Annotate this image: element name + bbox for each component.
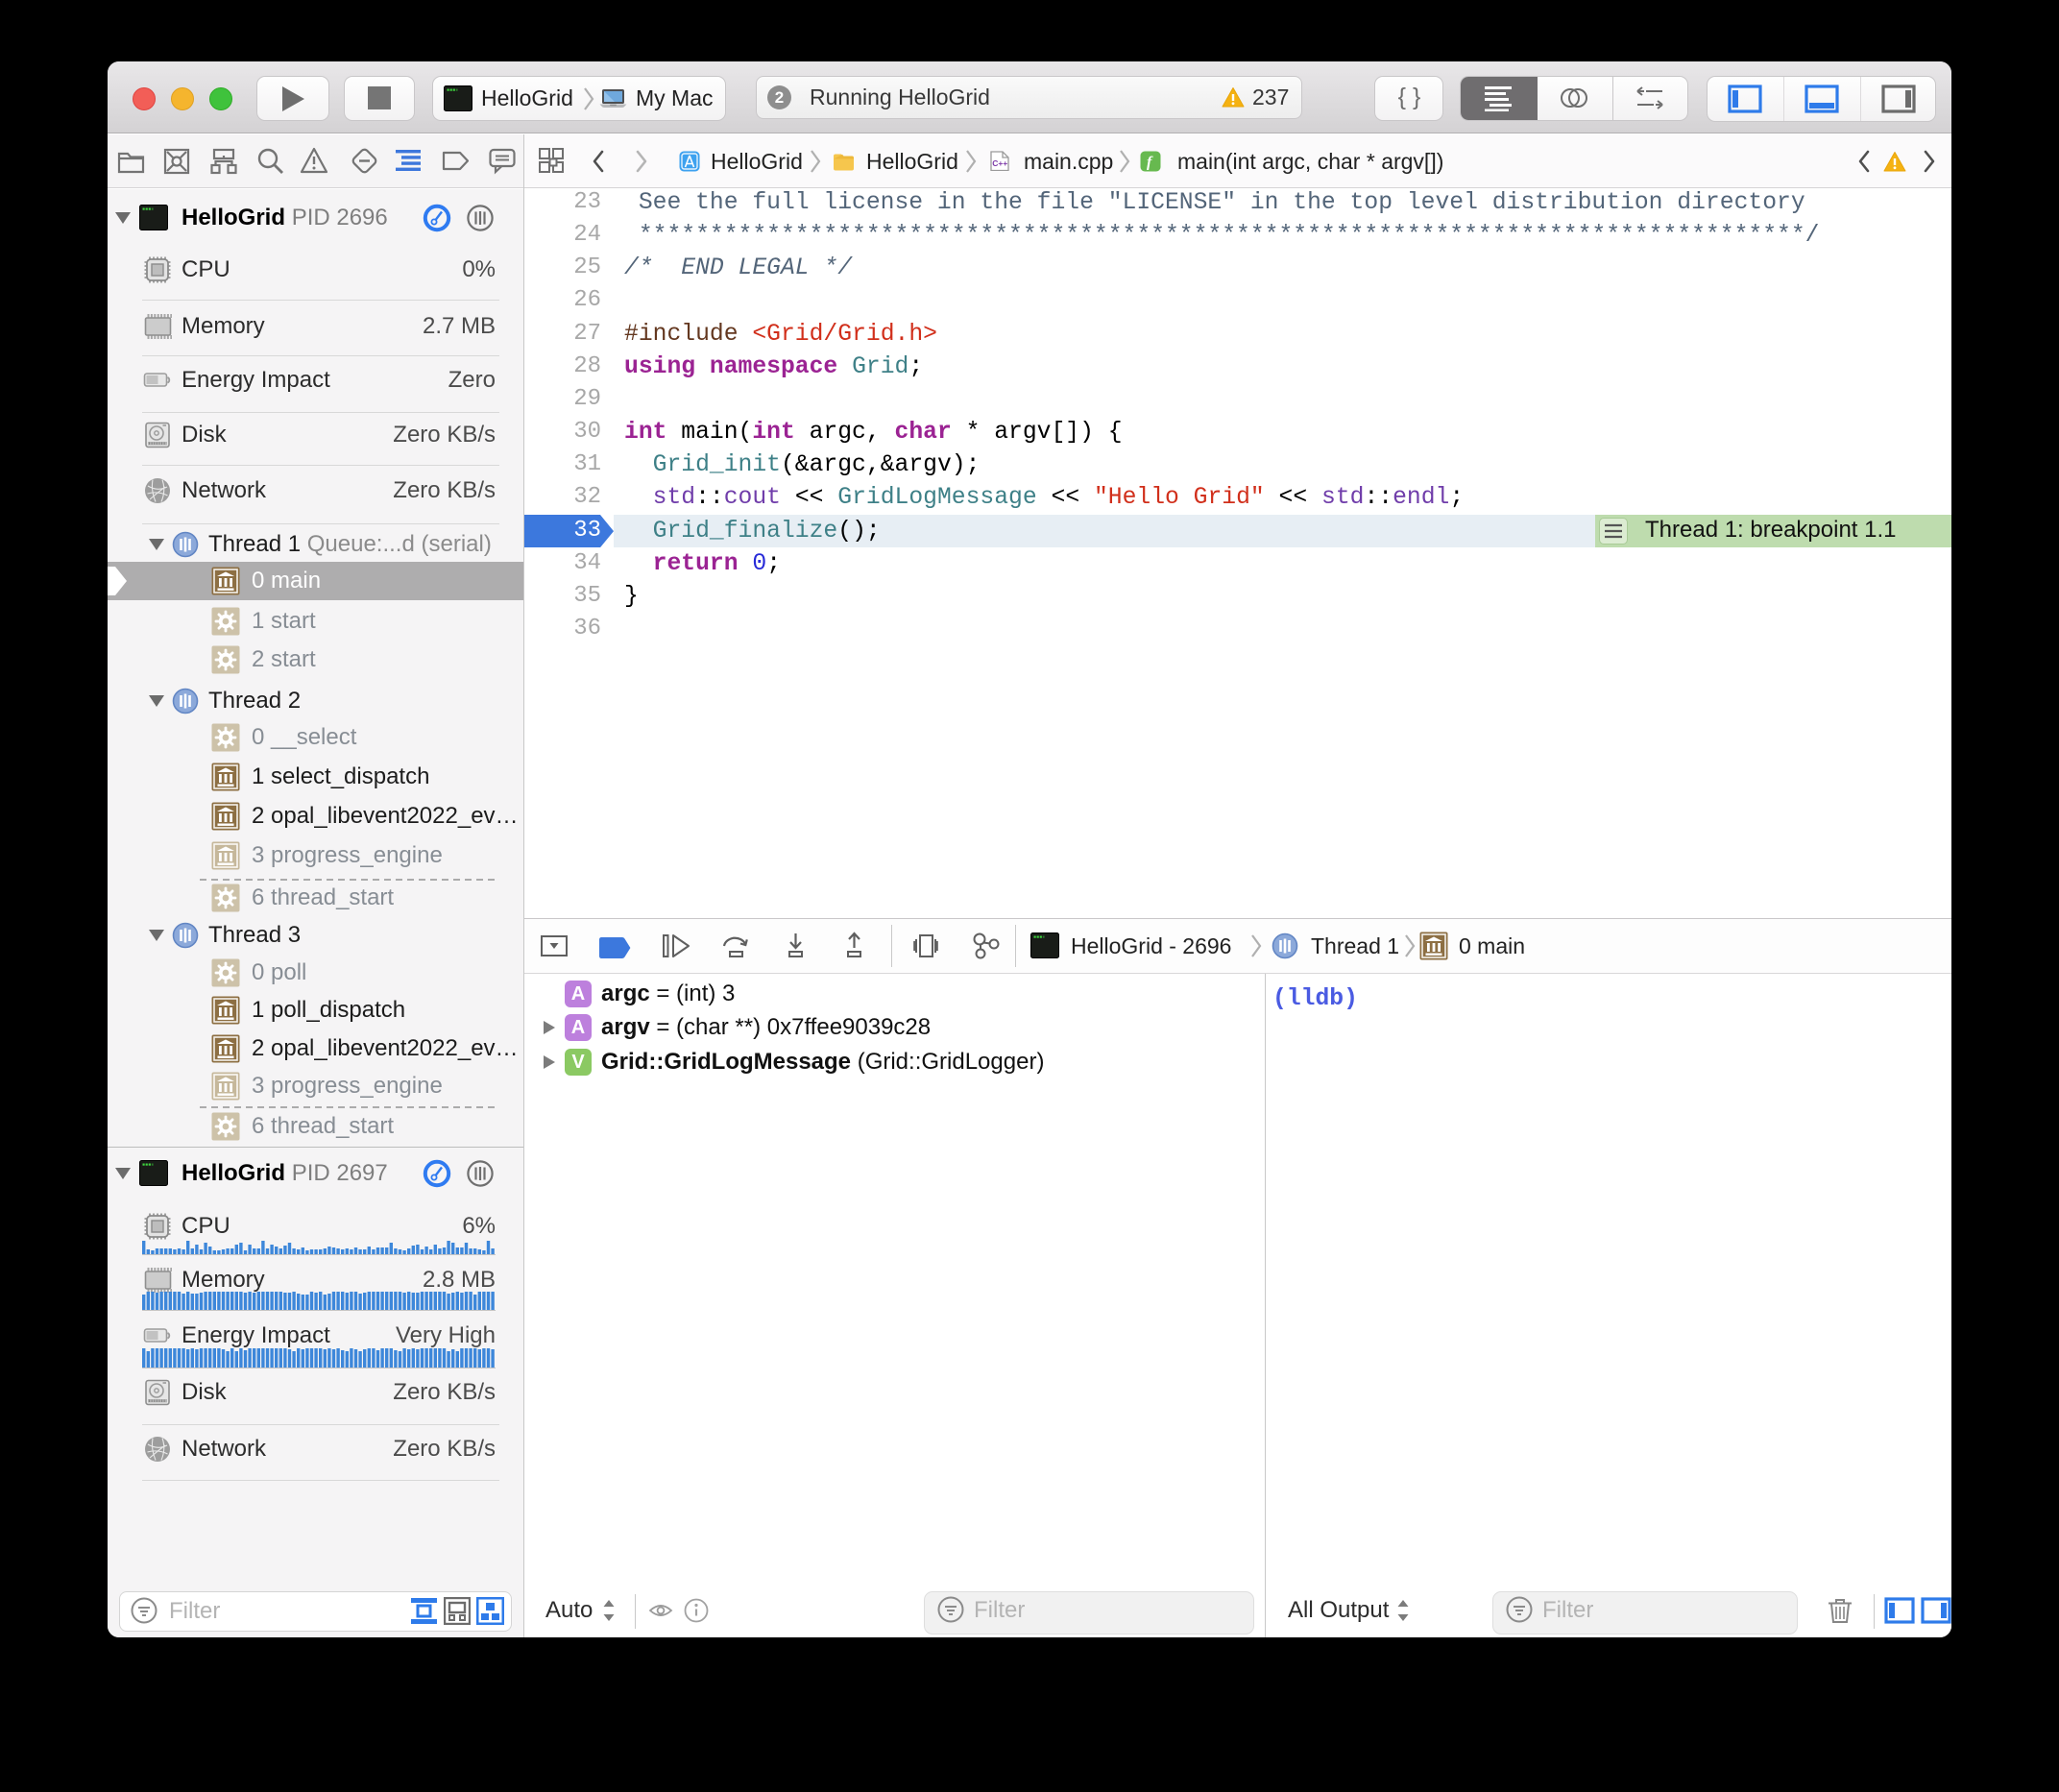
svg-text:C++: C++ xyxy=(992,158,1007,168)
